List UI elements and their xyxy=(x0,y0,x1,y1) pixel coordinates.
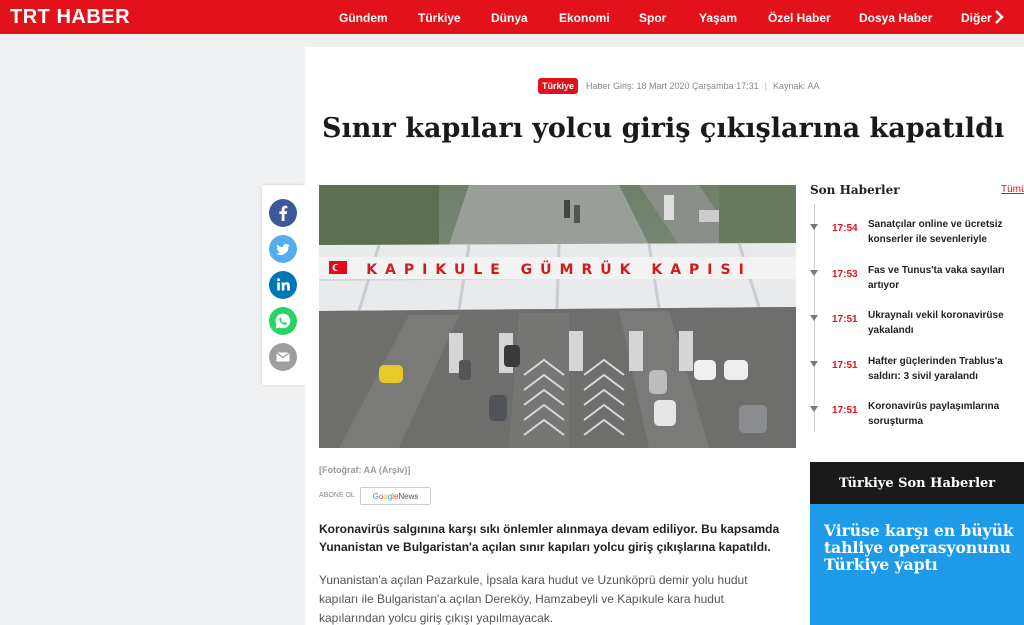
news-source: Kaynak: AA xyxy=(772,81,820,91)
nav-item-dosya-haber[interactable]: Dosya Haber xyxy=(859,11,932,25)
news-headline[interactable]: Ukraynalı vekil koronavirüse yakalandı xyxy=(868,308,1018,338)
nav-item-gundem[interactable]: Gündem xyxy=(339,11,388,25)
promo-headline[interactable]: Virüse karşı en büyük tahliye operasyonu… xyxy=(824,522,1024,573)
triangle-down-icon xyxy=(810,315,818,321)
nav-item-yasam[interactable]: Yaşam xyxy=(699,11,737,25)
promo-card[interactable]: Virüse karşı en büyük tahliye operasyonu… xyxy=(810,504,1024,625)
linkedin-icon[interactable] xyxy=(269,271,297,299)
publish-date: Haber Giriş: 18 Mart 2020 Çarşamba 17:31 xyxy=(586,81,759,91)
article-body: Yunanistan'a açılan Pazarkule, İpsala ka… xyxy=(319,573,748,625)
chevron-right-icon[interactable] xyxy=(993,9,1009,25)
latest-news-list: 17:54 Sanatçılar online ve ücretsiz kons… xyxy=(810,207,1024,435)
logo-trt: TRT xyxy=(10,6,51,28)
email-icon[interactable] xyxy=(269,343,297,371)
logo-haber: HABER xyxy=(56,6,131,28)
photo-caption: [Fotoğraf: AA (Arşiv)] xyxy=(319,465,411,475)
meta-separator: | xyxy=(764,81,767,91)
facebook-icon[interactable] xyxy=(269,199,297,227)
triangle-down-icon xyxy=(810,224,818,230)
turkey-latest-news-header[interactable]: Türkiye Son Haberler xyxy=(810,462,1024,504)
nav-item-dunya[interactable]: Dünya xyxy=(491,11,528,25)
article-container: Türkiye Haber Giriş: 18 Mart 2020 Çarşam… xyxy=(305,47,1024,625)
list-item[interactable]: 17:51 Hafter güçlerinden Trablus'a saldı… xyxy=(810,344,1024,390)
news-time: 17:51 xyxy=(832,359,858,371)
nav-item-ekonomi[interactable]: Ekonomi xyxy=(559,11,610,25)
news-headline[interactable]: Koronavirüs paylaşımlarına soruşturma xyxy=(868,399,1018,429)
whatsapp-icon[interactable] xyxy=(269,307,297,335)
nav-item-spor[interactable]: Spor xyxy=(639,11,666,25)
news-headline[interactable]: Hafter güçlerinden Trablus'a saldırı: 3 … xyxy=(868,354,1018,384)
twitter-icon[interactable] xyxy=(269,235,297,263)
top-navigation-bar: TRT HABER Gündem Türkiye Dünya Ekonomi S… xyxy=(0,0,1024,34)
news-time: 17:54 xyxy=(832,223,858,234)
category-badge[interactable]: Türkiye xyxy=(538,78,579,94)
article-title: Sınır kapıları yolcu giriş çıkışlarına k… xyxy=(322,113,1005,144)
news-time: 17:51 xyxy=(832,314,858,325)
triangle-down-icon xyxy=(810,406,818,412)
subscribe-label: ABONE OL xyxy=(319,492,355,499)
nav-item-ozel-haber[interactable]: Özel Haber xyxy=(768,11,831,25)
news-time: 17:51 xyxy=(832,405,858,416)
nav-item-diger[interactable]: Diğer xyxy=(961,11,992,25)
triangle-down-icon xyxy=(810,269,818,276)
trt-haber-logo[interactable]: TRT HABER xyxy=(10,6,130,29)
photo-sign-text: KAPIKULE GÜMRÜK KAPISI xyxy=(366,260,752,278)
article-photo[interactable]: KAPIKULE GÜMRÜK KAPISI xyxy=(319,185,796,448)
list-item[interactable]: 17:53 Fas ve Tunus'ta vaka sayıları artı… xyxy=(810,253,1024,299)
list-item[interactable]: 17:51 Koronavirüs paylaşımlarına soruştu… xyxy=(810,389,1024,435)
article-meta: Türkiye Haber Giriş: 18 Mart 2020 Çarşam… xyxy=(538,78,819,94)
news-headline[interactable]: Sanatçılar online ve ücretsiz konserler … xyxy=(868,217,1018,247)
nav-item-turkiye[interactable]: Türkiye xyxy=(418,11,461,25)
list-item[interactable]: 17:51 Ukraynalı vekil koronavirüse yakal… xyxy=(810,298,1024,344)
article-lead: Koronavirüs salgınına karşı sıkı önlemle… xyxy=(319,522,780,554)
all-news-link[interactable]: Tümü xyxy=(1001,184,1024,195)
news-time: 17:53 xyxy=(832,268,858,280)
news-headline[interactable]: Fas ve Tunus'ta vaka sayıları artıyor xyxy=(868,263,1018,293)
gnews-news-text: News xyxy=(398,491,419,501)
latest-news-title: Son Haberler xyxy=(810,183,900,197)
border-gate-illustration: KAPIKULE GÜMRÜK KAPISI xyxy=(319,185,796,448)
triangle-down-icon xyxy=(810,360,818,367)
google-news-button[interactable]: Google News xyxy=(360,487,431,505)
list-item[interactable]: 17:54 Sanatçılar online ve ücretsiz kons… xyxy=(810,207,1024,253)
share-bar xyxy=(262,185,305,385)
